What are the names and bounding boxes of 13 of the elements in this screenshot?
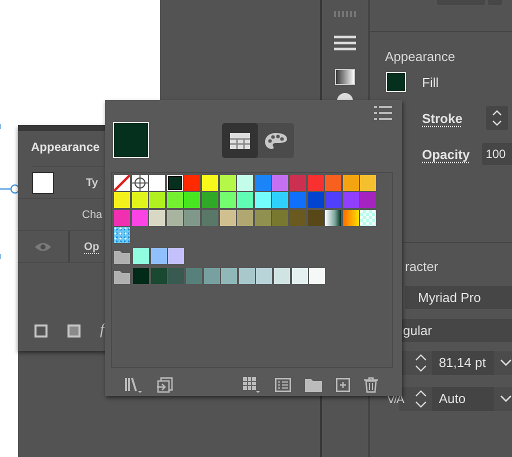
attribute-label: Ty xyxy=(86,176,98,188)
size-field[interactable]: 81,14 pt xyxy=(432,351,494,375)
fill-label: Fill xyxy=(422,74,439,90)
kerning-field[interactable]: Auto xyxy=(432,387,494,411)
font-dropdown[interactable]: Myriad Pro xyxy=(405,286,512,309)
section-title: Appearance xyxy=(385,49,456,64)
attribute-label: Cha xyxy=(82,208,102,220)
attribute-label[interactable]: Op xyxy=(84,240,100,252)
opacity-field[interactable]: 100 xyxy=(482,143,512,165)
section-title: racter xyxy=(405,259,440,274)
stroke-link[interactable]: Stroke xyxy=(422,110,462,126)
style-dropdown[interactable]: gular xyxy=(402,319,512,342)
opacity-link[interactable]: Opacity xyxy=(422,146,470,162)
